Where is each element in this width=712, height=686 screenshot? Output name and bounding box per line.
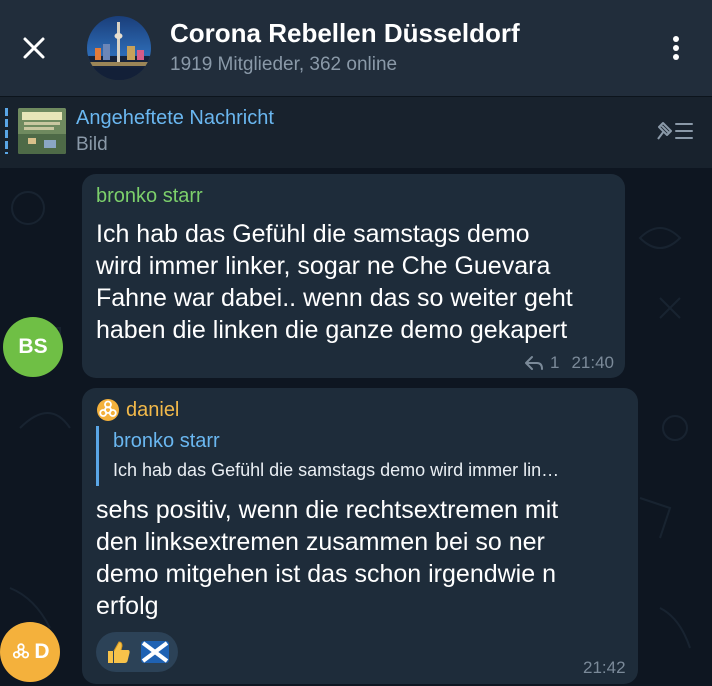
avatar[interactable]: D <box>0 622 60 682</box>
message-text: Ich hab das Gefühl die samstags demo wir… <box>96 218 616 346</box>
sender-row[interactable]: daniel <box>96 398 179 422</box>
member-count: 1919 Mitglieder, 362 online <box>170 54 398 75</box>
reply-preview: Ich hab das Gefühl die samstags demo wir… <box>113 460 560 480</box>
pinned-thumbnail <box>18 108 66 154</box>
pinned-message-bar[interactable]: Angeheftete Nachricht Bild <box>0 96 712 168</box>
reply-sender: bronko starr <box>113 430 220 452</box>
message-line: erfolg <box>96 592 159 620</box>
sender-name[interactable]: daniel <box>126 399 179 422</box>
avatar[interactable]: BS <box>3 317 63 377</box>
scotland-flag-icon[interactable] <box>140 638 170 666</box>
message-line: den linksextremen zusammen bei so ner <box>96 528 545 556</box>
reply-icon[interactable] <box>524 355 544 371</box>
reply-count[interactable]: 1 <box>550 353 559 373</box>
pinned-subtitle: Bild <box>76 134 108 155</box>
close-button[interactable] <box>14 28 54 68</box>
avatar-initials: D <box>34 640 50 663</box>
message-line: sehs positiv, wenn die rechtsextremen mi… <box>96 496 559 524</box>
message-time: 21:42 <box>583 658 626 677</box>
message-line: demo mitgehen ist das schon irgendwie n <box>96 560 556 588</box>
group-avatar[interactable] <box>87 16 151 80</box>
message-text: sehs positiv, wenn die rechtsextremen mi… <box>96 494 626 622</box>
reply-quote[interactable]: bronko starr Ich hab das Gefühl die sams… <box>96 426 626 486</box>
message-time: 21:40 <box>571 353 615 372</box>
message-line: haben die linken die ganze demo gekapert <box>96 316 568 344</box>
more-vertical-icon <box>673 36 679 42</box>
chat-title[interactable]: Corona Rebellen Düsseldorf <box>170 18 520 49</box>
message-line: Ich hab das Gefühl die samstags demo <box>96 220 530 248</box>
unpin-button[interactable] <box>652 117 696 145</box>
pinned-indicator <box>5 108 8 154</box>
message-line: Fahne war dabei.. wenn das so weiter geh… <box>96 284 573 312</box>
pinned-title: Angeheftete Nachricht <box>76 107 274 129</box>
chat-header: Corona Rebellen Düsseldorf 1919 Mitglied… <box>0 0 712 96</box>
pin-list-icon <box>657 122 693 140</box>
more-options-button[interactable] <box>660 30 692 66</box>
thumbs-up-icon[interactable] <box>104 638 132 666</box>
message-meta: 1 21:40 <box>524 353 614 373</box>
biohazard-icon <box>97 399 119 421</box>
biohazard-icon <box>13 643 30 659</box>
sender-name[interactable]: bronko starr <box>96 185 203 208</box>
message-line: wird immer linker, sogar ne Che Guevara <box>96 252 551 280</box>
close-icon <box>23 37 45 59</box>
reactions-pill[interactable] <box>96 632 178 672</box>
